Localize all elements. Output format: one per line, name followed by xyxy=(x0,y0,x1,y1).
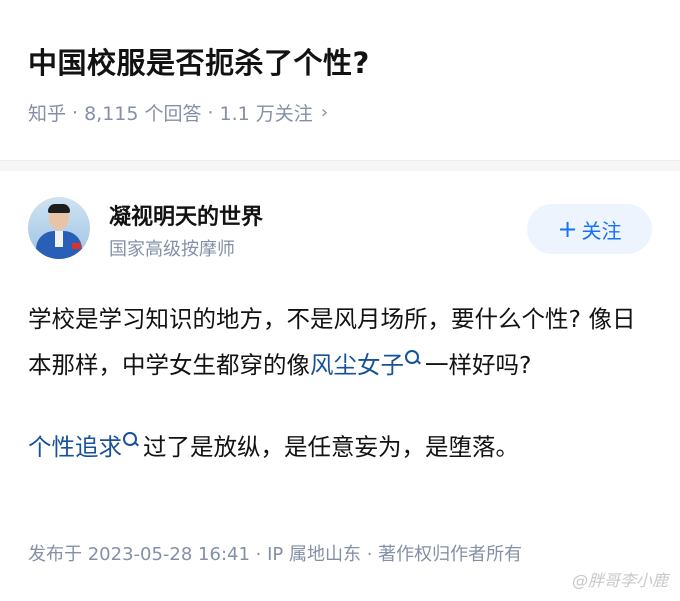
question-title[interactable]: 中国校服是否扼杀了个性? xyxy=(28,40,370,82)
keyword-link[interactable]: 个性追求 xyxy=(28,433,122,461)
answer-paragraph: 学校是学习知识的地方，不是风月场所，要什么个性? 像日本那样，中学女生都穿的像风… xyxy=(28,305,636,379)
answer-content: 学校是学习知识的地方，不是风月场所，要什么个性? 像日本那样，中学女生都穿的像风… xyxy=(28,296,658,470)
author-bio: 国家高级按摩师 xyxy=(109,239,235,260)
section-divider xyxy=(0,160,680,171)
chevron-right-icon: › xyxy=(320,102,329,123)
meta-separator: · xyxy=(207,101,214,124)
author-name[interactable]: 凝视明天的世界 xyxy=(109,199,263,231)
follower-count: 1.1 万关注 xyxy=(219,103,313,125)
search-icon[interactable] xyxy=(405,350,419,364)
author-avatar[interactable] xyxy=(28,197,90,259)
answer-paragraph: 个性追求 过了是放纵，是任意妄为，是堕落。 xyxy=(28,432,519,461)
answer-count: 8,115 个回答 xyxy=(84,103,202,125)
meta-separator: · xyxy=(72,101,79,124)
question-meta[interactable]: 知乎 · 8,115 个回答 · 1.1 万关注 › xyxy=(28,99,328,126)
publish-info: 发布于 2023-05-28 16:41 · IP 属地山东 · 著作权归作者所… xyxy=(28,544,523,565)
watermark: @胖哥李小鹿 xyxy=(571,571,668,590)
keyword-link[interactable]: 风尘女子 xyxy=(310,351,404,379)
follow-button[interactable]: + 关注 xyxy=(527,204,652,254)
source-label: 知乎 xyxy=(28,103,67,125)
search-icon[interactable] xyxy=(123,432,137,446)
plus-icon: + xyxy=(557,215,578,243)
follow-label: 关注 xyxy=(581,218,622,243)
